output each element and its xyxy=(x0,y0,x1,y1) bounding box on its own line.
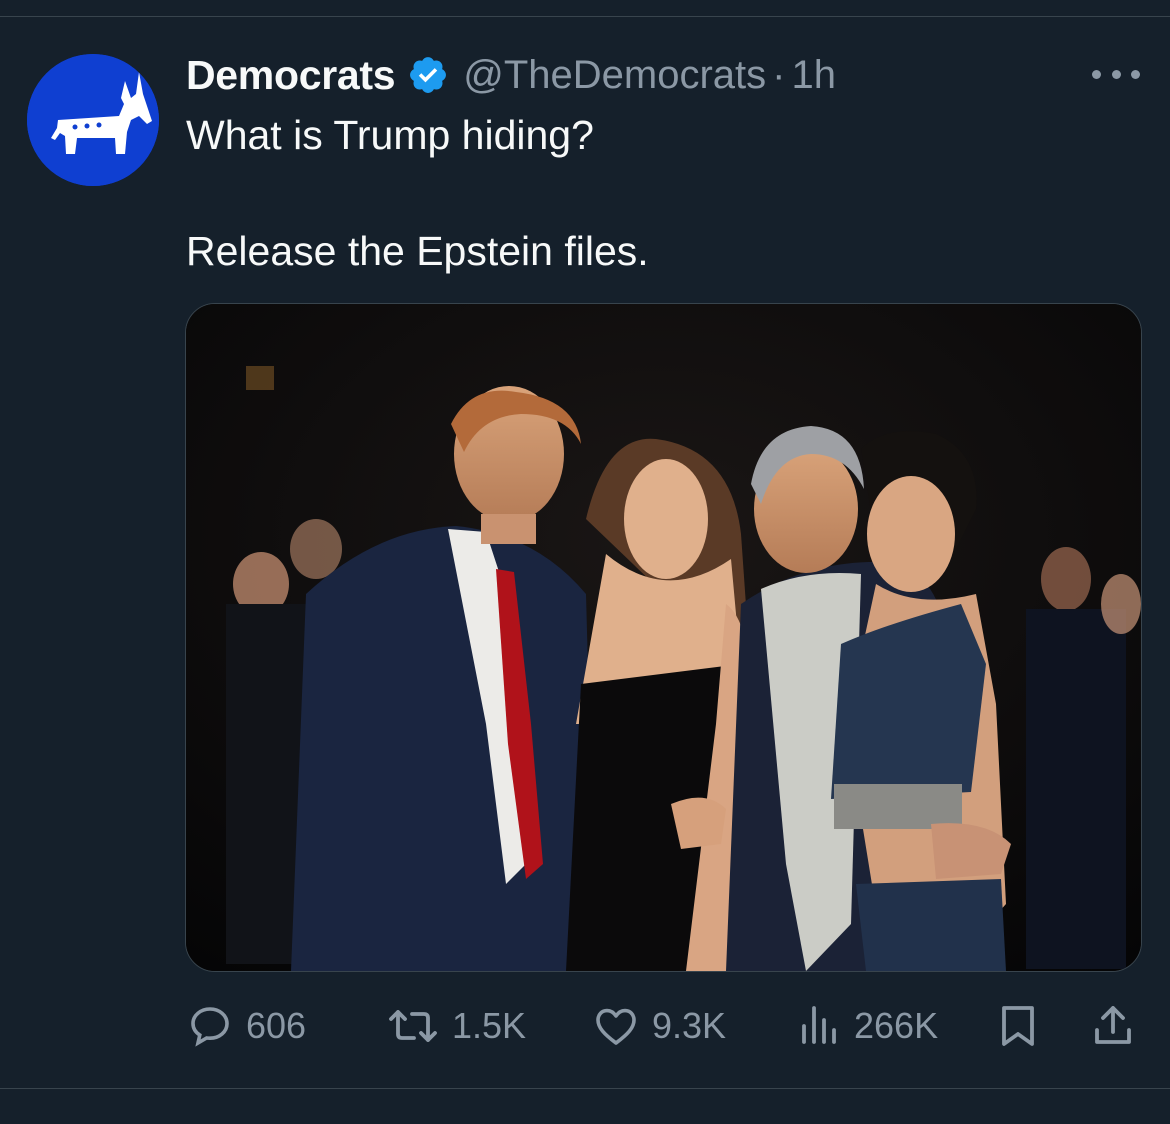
retweet-button[interactable]: 1.5K xyxy=(386,998,526,1054)
timestamp[interactable]: 1h xyxy=(791,53,836,98)
more-options-icon[interactable] xyxy=(1092,62,1140,86)
tweet-text: What is Trump hiding? Release the Epstei… xyxy=(186,108,1136,278)
author-handle[interactable]: @TheDemocrats xyxy=(463,53,766,98)
reply-count: 606 xyxy=(246,1005,307,1046)
tweet-header: Democrats @TheDemocrats · 1h xyxy=(186,50,836,100)
like-count: 9.3K xyxy=(652,1005,727,1046)
views-count: 266K xyxy=(854,1005,939,1046)
bookmark-button[interactable] xyxy=(996,998,1040,1054)
bookmark-icon xyxy=(1002,1006,1034,1046)
retweet-icon xyxy=(389,1010,437,1042)
photo-image xyxy=(186,304,1141,971)
share-button[interactable] xyxy=(1091,998,1135,1054)
reply-button[interactable]: 606 xyxy=(186,998,306,1054)
views-icon xyxy=(802,1006,836,1044)
avatar[interactable] xyxy=(27,54,159,186)
like-icon xyxy=(596,1008,636,1045)
tweet-text-line: What is Trump hiding? xyxy=(186,112,594,158)
bottom-divider xyxy=(0,1088,1170,1089)
author-name[interactable]: Democrats xyxy=(186,52,396,99)
tweet-photo[interactable] xyxy=(185,303,1142,972)
top-divider xyxy=(0,16,1170,17)
verified-badge-icon xyxy=(410,57,447,93)
separator-dot: · xyxy=(772,52,786,97)
share-icon xyxy=(1095,1006,1131,1044)
tweet-text-line: Release the Epstein files. xyxy=(186,228,649,274)
views-button[interactable]: 266K xyxy=(794,998,938,1054)
tweet-actions: 606 1.5K 9.3K 266K xyxy=(186,998,1141,1054)
donkey-logo-icon xyxy=(27,54,159,186)
like-button[interactable]: 9.3K xyxy=(592,998,726,1054)
retweet-count: 1.5K xyxy=(452,1005,527,1046)
reply-icon xyxy=(191,1007,229,1047)
